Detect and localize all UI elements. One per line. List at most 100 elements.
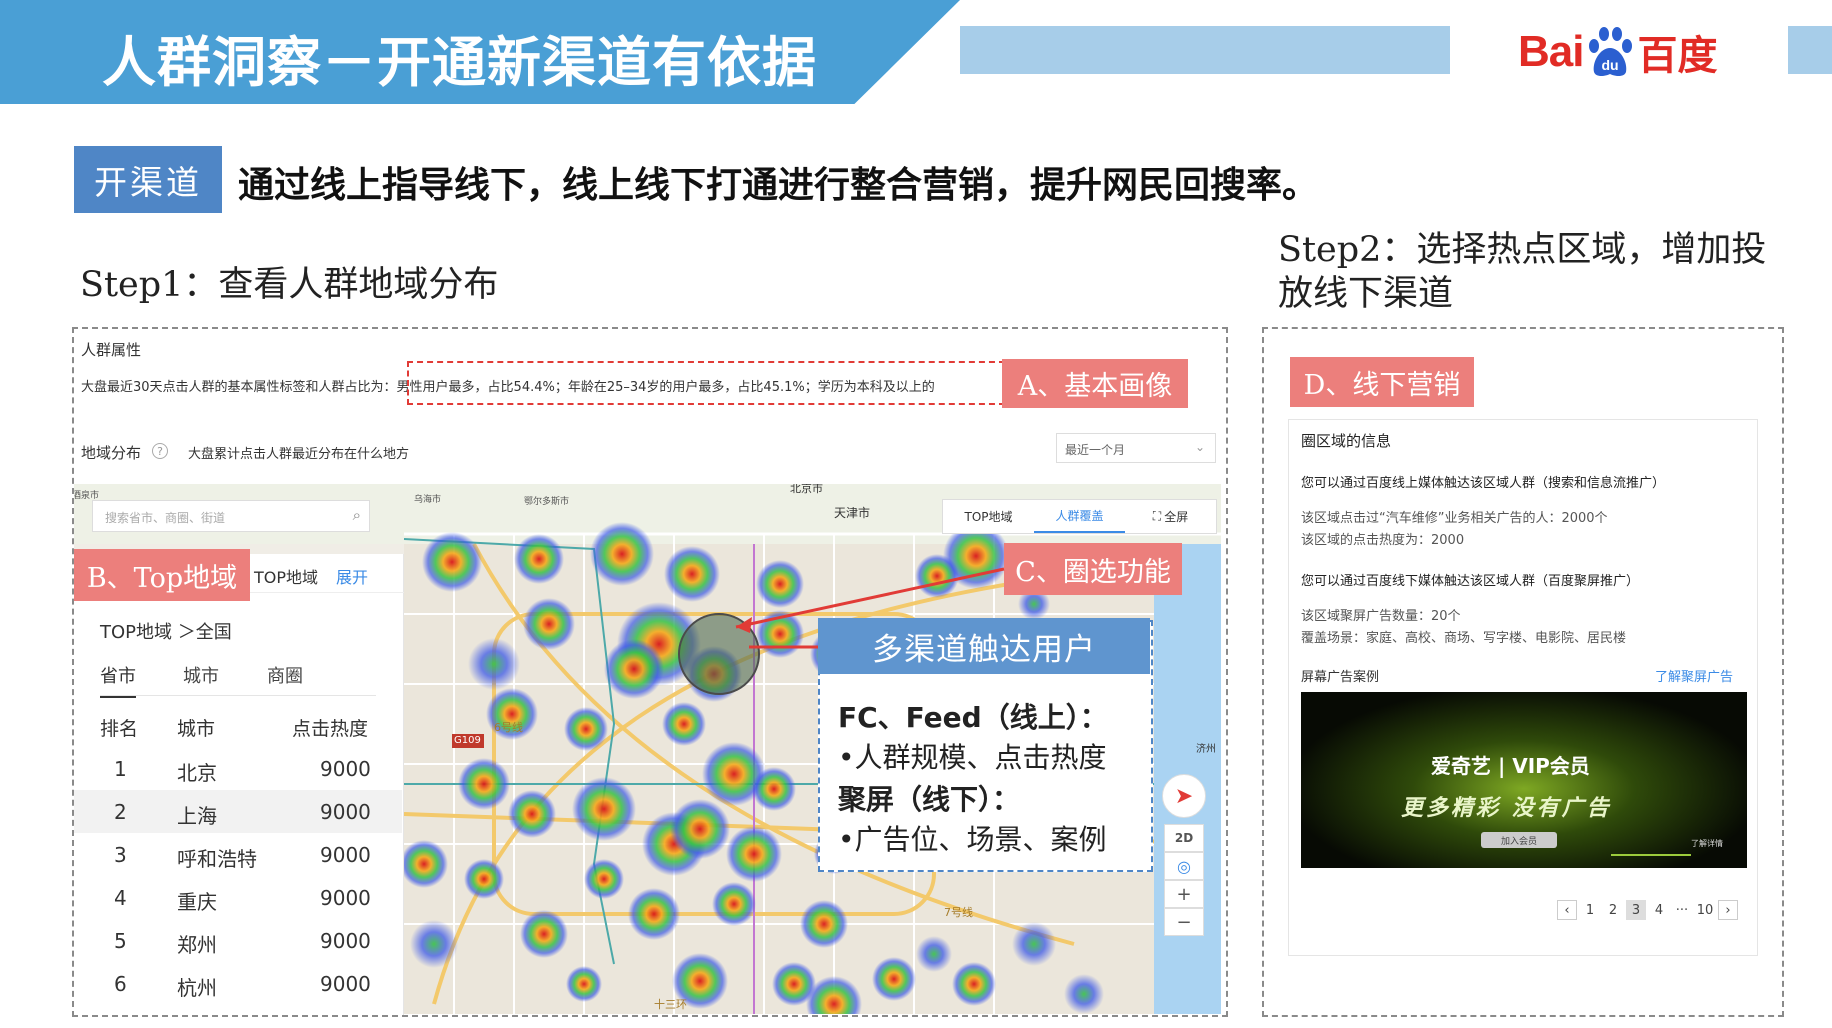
- map-label-line7: 7号线: [944, 906, 973, 919]
- table-row[interactable]: 2 上海 9000: [74, 790, 402, 833]
- popup-line-offline-detail: •广告位、场景、案例: [838, 823, 1107, 856]
- breadcrumb[interactable]: TOP地域 ＞全国: [100, 618, 232, 644]
- map-search-input[interactable]: 搜索省市、商圈、街道 ⌕: [92, 500, 370, 532]
- tab-city[interactable]: 城市: [183, 662, 219, 688]
- cell-heat: 9000: [320, 757, 371, 781]
- map-label-wuhai: 乌海市: [414, 495, 442, 505]
- top-panel-tabs: 省市 城市 商圈: [100, 662, 376, 698]
- video-corner-link[interactable]: 了解详情: [1691, 838, 1723, 849]
- cell-heat: 9000: [320, 972, 371, 996]
- page-3-current[interactable]: 3: [1626, 900, 1646, 920]
- prev-page-button[interactable]: ‹: [1557, 900, 1577, 920]
- case-label: 屏幕广告案例: [1301, 670, 1380, 685]
- period-select[interactable]: 最近一个月 ⌄: [1056, 433, 1216, 463]
- zoom-out-button[interactable]: −: [1164, 908, 1204, 936]
- cell-heat: 9000: [320, 886, 371, 910]
- offline-stat-2: 覆盖场景：家庭、高校、商场、写字楼、电影院、居民楼: [1301, 631, 1627, 646]
- area-info-card: 圈区域的信息 您可以通过百度线上媒体触达该区域人群（搜索和信息流推广） 该区域点…: [1288, 419, 1758, 956]
- offline-stat-1: 该区域聚屏广告数量：20个: [1301, 609, 1461, 624]
- map-label-beijing: 北京市: [790, 484, 823, 495]
- cell-city: 杭州: [177, 976, 217, 1000]
- search-placeholder: 搜索省市、商圈、街道: [105, 511, 226, 525]
- compass-icon[interactable]: ➤: [1162, 774, 1206, 818]
- cell-rank: 1: [114, 757, 127, 781]
- cell-city: 重庆: [177, 890, 217, 914]
- attributes-heading: 人群属性: [81, 341, 142, 359]
- cell-heat: 9000: [320, 800, 371, 824]
- cell-heat: 9000: [320, 843, 371, 867]
- paw-icon: du: [1586, 26, 1634, 78]
- search-icon[interactable]: ⌕: [353, 506, 361, 524]
- baidu-logo: Bai du 百度: [1518, 22, 1717, 82]
- zoom-in-button[interactable]: +: [1164, 880, 1204, 908]
- cell-rank: 5: [114, 929, 127, 953]
- page-4[interactable]: 4: [1649, 900, 1669, 920]
- cell-heat: 9000: [320, 929, 371, 953]
- header-stripe-right: [1788, 26, 1832, 74]
- cell-city: 北京: [177, 761, 217, 785]
- map-label-line6: 6号线: [494, 721, 523, 734]
- cell-city: 呼和浩特: [177, 847, 257, 871]
- tagline: 通过线上指导线下，线上线下打通进行整合营销，提升网民回搜率。: [238, 165, 1319, 206]
- page-2[interactable]: 2: [1603, 900, 1623, 920]
- callout-a-basic-profile: A、基本画像: [1002, 359, 1188, 408]
- tab-business-area[interactable]: 商圈: [267, 662, 303, 688]
- pagination: ‹ 1 2 3 4 ··· 10 ›: [1557, 900, 1738, 920]
- cell-rank: 3: [114, 843, 127, 867]
- top-panel-title: TOP地域: [254, 568, 319, 587]
- popup-line-online: FC、Feed（线上）：: [838, 701, 1108, 734]
- header-stripe: [960, 26, 1450, 74]
- next-page-button[interactable]: ›: [1718, 900, 1738, 920]
- callout-b-top-region: B、Top地域: [74, 549, 250, 601]
- volume-bar[interactable]: [1611, 854, 1691, 856]
- area-info-title: 圈区域的信息: [1301, 432, 1392, 450]
- tab-top-region[interactable]: TOP地域: [943, 500, 1034, 533]
- tab-fullscreen[interactable]: ⛶ 全屏: [1125, 500, 1216, 533]
- popup-line-online-detail: •人群规模、点击热度: [838, 741, 1107, 774]
- popup-header: 多渠道触达用户: [818, 618, 1150, 674]
- cell-city: 上海: [177, 804, 217, 828]
- join-vip-button[interactable]: 加入会员: [1481, 832, 1557, 848]
- table-row[interactable]: 3 呼和浩特 9000: [74, 833, 402, 876]
- step1-title: Step1：查看人群地域分布: [80, 265, 499, 305]
- cell-rank: 2: [114, 800, 127, 824]
- summary-prefix: 大盘最近30天点击人群的基本属性标签和人群占比为：: [81, 380, 397, 395]
- table-row[interactable]: 6 杭州 9000: [74, 962, 402, 1005]
- locate-icon[interactable]: ◎: [1164, 852, 1204, 880]
- 2d-toggle[interactable]: 2D: [1164, 824, 1204, 852]
- callout-d-offline: D、线下营销: [1290, 357, 1474, 407]
- page-1[interactable]: 1: [1580, 900, 1600, 920]
- help-icon[interactable]: ?: [152, 443, 168, 459]
- page-10[interactable]: 10: [1695, 900, 1715, 920]
- map-label-jizhou: 济州: [1196, 744, 1216, 755]
- fullscreen-icon: ⛶: [1152, 509, 1162, 523]
- cell-rank: 6: [114, 972, 127, 996]
- tab-crowd-coverage[interactable]: 人群覆盖: [1034, 500, 1125, 533]
- video-slogan: 更多精彩 没有广告: [1401, 796, 1612, 821]
- map-label-ring: 十三环: [654, 998, 687, 1011]
- tab-province[interactable]: 省市: [100, 662, 136, 698]
- col-city: 城市: [177, 718, 216, 740]
- col-rank: 排名: [100, 718, 139, 740]
- offline-marketing-screenshot: D、线下营销 圈区域的信息 您可以通过百度线上媒体触达该区域人群（搜索和信息流推…: [1262, 327, 1784, 1017]
- table-row[interactable]: 4 重庆 9000: [74, 876, 402, 919]
- case-link[interactable]: 了解聚屏广告: [1655, 666, 1733, 685]
- ad-video-thumbnail[interactable]: 爱奇艺 | VIP会员 更多精彩 没有广告 加入会员 了解详情: [1301, 692, 1747, 868]
- table-row[interactable]: 5 郑州 9000: [74, 919, 402, 962]
- logo-du: du: [1602, 57, 1619, 73]
- map-label-tianjin: 天津市: [834, 506, 871, 520]
- fullscreen-label: 全屏: [1164, 510, 1189, 524]
- callout-c-circle-select: C、圈选功能: [1004, 543, 1182, 595]
- expand-link[interactable]: 展开: [336, 564, 368, 588]
- table-row[interactable]: 1 北京 9000: [74, 747, 402, 790]
- top-region-panel: TOP地域 展开 TOP地域 ＞全国 省市 城市 商圈 排名 城市 点击热度 1…: [74, 554, 404, 1015]
- page-ellipsis: ···: [1675, 902, 1689, 918]
- table-header: 排名 城市 点击热度: [74, 704, 404, 747]
- col-heat: 点击热度: [292, 718, 369, 740]
- map-label-ordos: 鄂尔多斯市: [524, 497, 570, 507]
- highlight-frame: [407, 361, 1005, 405]
- online-stat-1: 该区域点击过“汽车维修”业务相关广告的人：2000个: [1301, 511, 1608, 526]
- region-heading: 地域分布: [81, 444, 142, 462]
- period-value: 最近一个月: [1065, 443, 1126, 457]
- chevron-down-icon: ⌄: [1194, 440, 1205, 454]
